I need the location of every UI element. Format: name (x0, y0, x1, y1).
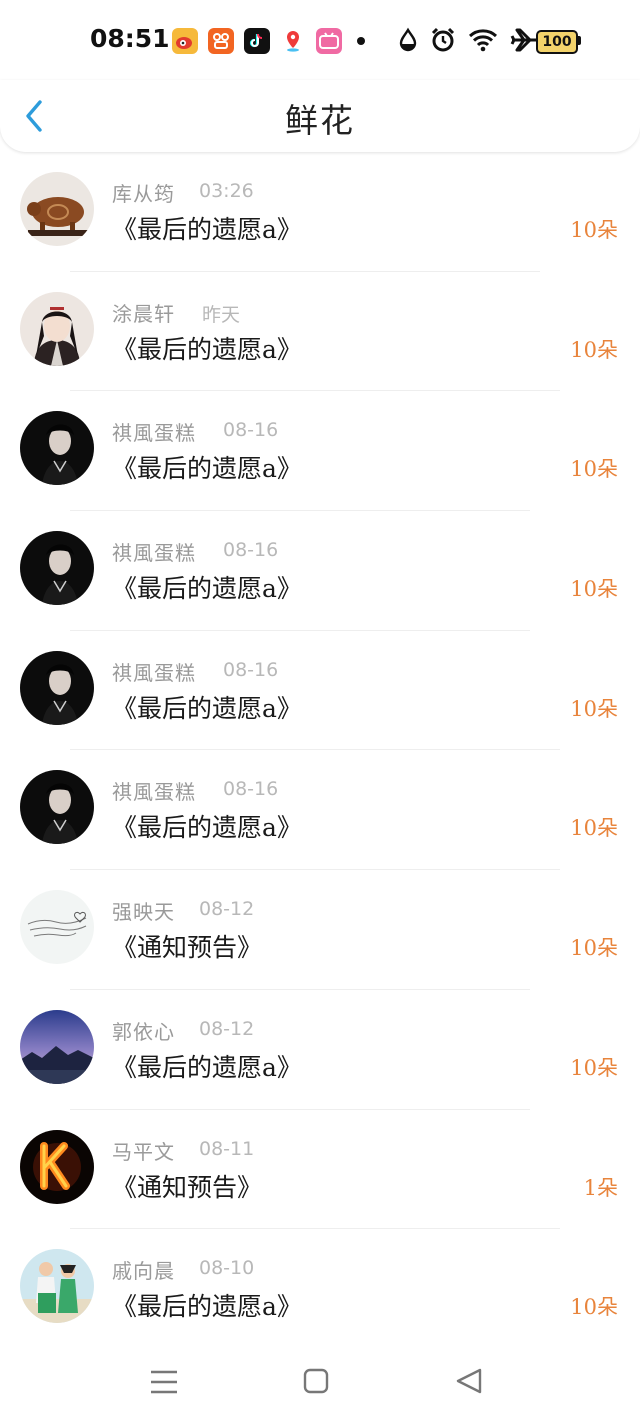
record-time: 08-11 (199, 1137, 255, 1160)
record-time: 03:26 (199, 180, 254, 202)
list-item[interactable]: 涂晨轩 昨天 《最后的遗愿a》 10朵 (0, 272, 640, 392)
book-title: 《最后的遗愿a》 (112, 693, 302, 723)
record-time: 08-16 (223, 419, 279, 442)
notification-dot (357, 37, 365, 45)
avatar (20, 172, 94, 246)
sender-name: 戚向晨 (112, 1259, 175, 1284)
avatar (20, 650, 94, 725)
book-title: 《最后的遗愿a》 (112, 215, 302, 244)
book-title: 《通知预告》 (112, 933, 263, 963)
home-button[interactable] (296, 1362, 336, 1402)
sender-name: 强映天 (112, 900, 175, 925)
book-title: 《通知预告》 (112, 1172, 263, 1202)
flower-amount: 10朵 (570, 816, 618, 841)
list-item[interactable]: 库从筠 03:26 《最后的遗愿a》 10朵 (0, 152, 640, 272)
kuaishou-icon (208, 28, 234, 54)
drop-icon (398, 27, 418, 57)
airplane-icon (510, 27, 538, 57)
flower-amount: 10朵 (570, 457, 618, 482)
sender-name: 郭依心 (112, 1019, 175, 1044)
header: 鲜花 (0, 80, 640, 152)
list-item[interactable]: 祺風蛋糕 08-16 《最后的遗愿a》 10朵 (0, 750, 640, 871)
map-pin-icon (280, 28, 306, 54)
record-time: 08-12 (199, 1017, 255, 1040)
menu-icon (151, 1370, 177, 1394)
book-title: 《最后的遗愿a》 (112, 1292, 302, 1322)
avatar (20, 1129, 94, 1204)
sender-name: 涂晨轩 (112, 301, 175, 326)
status-time: 08:51 (90, 24, 170, 53)
list-item[interactable]: 祺風蛋糕 08-16 《最后的遗愿a》 10朵 (0, 391, 640, 512)
alarm-icon (430, 27, 456, 57)
flower-amount: 10朵 (570, 696, 618, 721)
record-time: 昨天 (202, 303, 241, 326)
weibo-icon (172, 28, 198, 54)
sender-name: 库从筠 (112, 182, 175, 206)
sender-name: 祺風蛋糕 (112, 541, 196, 566)
system-nav-bar (0, 1340, 640, 1422)
flower-amount: 1朵 (583, 1175, 618, 1200)
avatar (20, 531, 94, 606)
record-time: 08-16 (223, 539, 279, 562)
record-time: 08-16 (223, 778, 279, 801)
notification-icons (172, 28, 342, 54)
page-title: 鲜花 (285, 101, 355, 140)
back-nav-button[interactable] (450, 1362, 490, 1402)
list-item[interactable]: 马平文 08-11 《通知预告》 1朵 (0, 1110, 640, 1230)
status-bar: 08:51 100 (0, 0, 640, 80)
sender-name: 祺風蛋糕 (112, 660, 196, 685)
square-icon (303, 1368, 329, 1394)
system-icons (398, 27, 538, 57)
flower-amount: 10朵 (570, 936, 618, 961)
battery-level: 100 (536, 30, 578, 54)
wifi-icon (468, 27, 498, 57)
flower-record-list: 库从筠 03:26 《最后的遗愿a》 10朵 涂晨轩 昨天 《最后的遗愿a》 1… (0, 152, 640, 1349)
book-title: 《最后的遗愿a》 (112, 574, 302, 604)
record-time: 08-10 (199, 1257, 255, 1280)
avatar (20, 411, 94, 486)
book-title: 《最后的遗愿a》 (112, 1052, 302, 1082)
list-item[interactable]: 郭依心 08-12 《最后的遗愿a》 10朵 (0, 990, 640, 1110)
book-title: 《最后的遗愿a》 (112, 813, 302, 843)
battery-tip (578, 36, 581, 45)
avatar (20, 770, 94, 845)
recent-apps-button[interactable] (144, 1362, 184, 1402)
record-time: 08-12 (199, 898, 255, 921)
bilibili-icon (316, 28, 342, 54)
list-item[interactable]: 祺風蛋糕 08-16 《最后的遗愿a》 10朵 (0, 631, 640, 751)
flower-amount: 10朵 (570, 1295, 618, 1320)
sender-name: 马平文 (112, 1139, 175, 1164)
flower-amount: 10朵 (570, 218, 618, 242)
avatar (20, 890, 94, 965)
avatar (20, 1009, 94, 1084)
avatar (20, 291, 94, 366)
list-item[interactable]: 强映天 08-12 《通知预告》 10朵 (0, 870, 640, 990)
list-item[interactable]: 祺風蛋糕 08-16 《最后的遗愿a》 10朵 (0, 511, 640, 631)
record-time: 08-16 (223, 658, 279, 681)
tiktok-icon (244, 28, 270, 54)
sender-name: 祺風蛋糕 (112, 780, 196, 805)
book-title: 《最后的遗愿a》 (112, 334, 302, 364)
flower-amount: 10朵 (570, 1055, 618, 1080)
sender-name: 祺風蛋糕 (112, 421, 196, 446)
flower-amount: 10朵 (570, 337, 618, 362)
flower-amount: 10朵 (570, 577, 618, 602)
book-title: 《最后的遗愿a》 (112, 454, 302, 484)
avatar (20, 1249, 94, 1324)
list-item[interactable]: 戚向晨 08-10 《最后的遗愿a》 10朵 (0, 1229, 640, 1349)
triangle-back-icon (456, 1368, 482, 1394)
